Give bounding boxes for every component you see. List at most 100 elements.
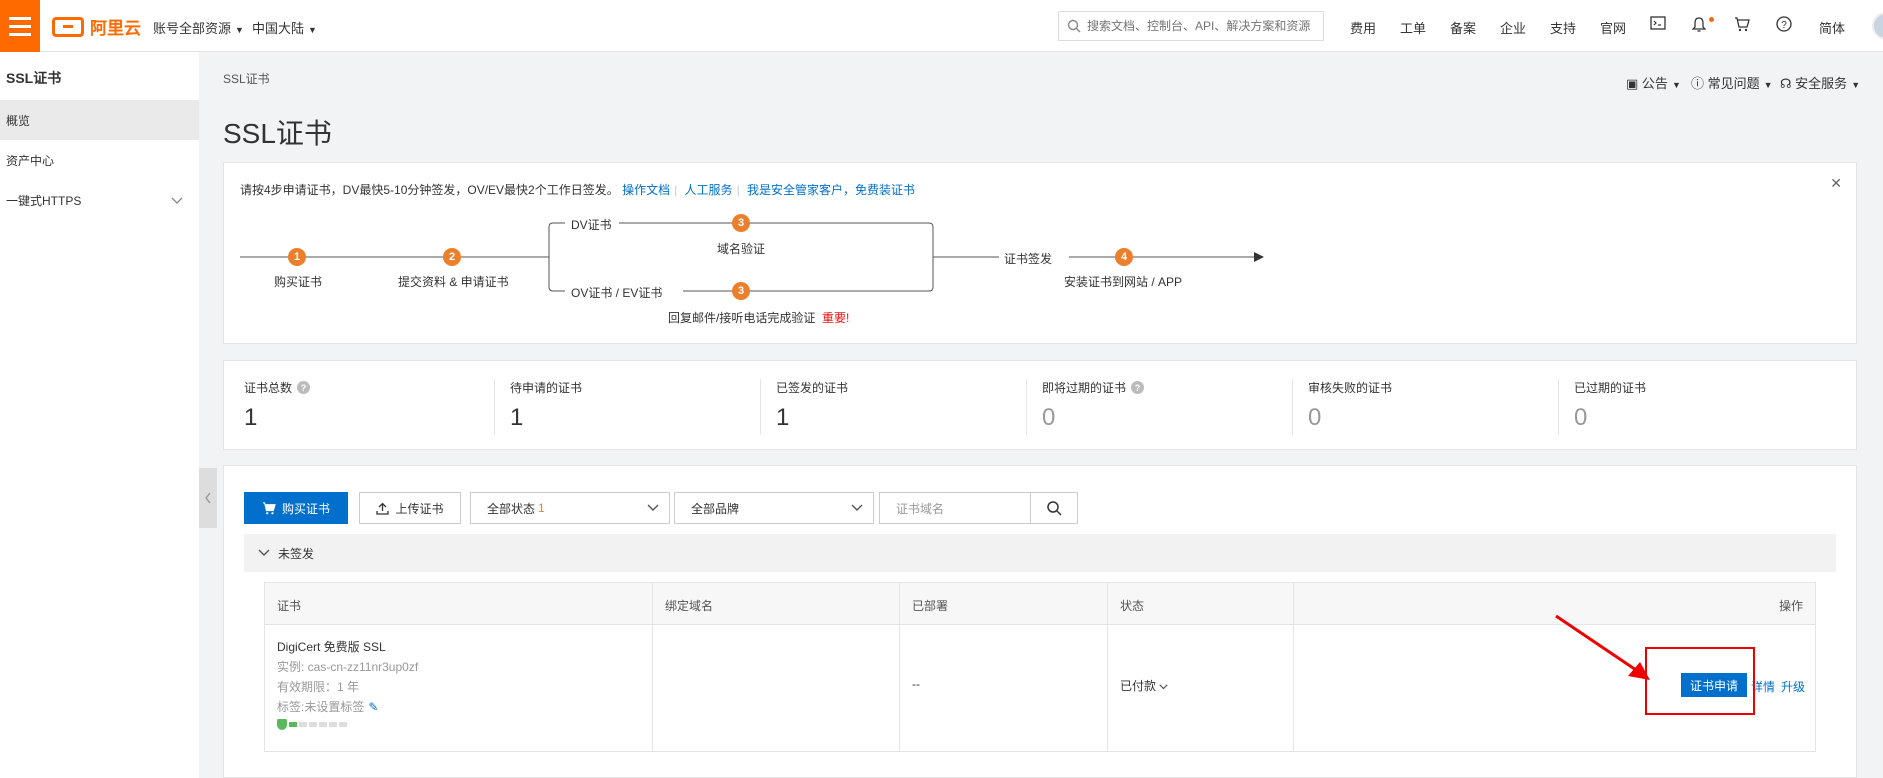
question-circle-icon: ⓘ: [1691, 76, 1705, 91]
upgrade-link[interactable]: 升级: [1781, 678, 1805, 695]
notification-dot: [1709, 17, 1714, 22]
security-service-link[interactable]: ☊ 安全服务 ▼: [1780, 73, 1860, 92]
cert-instance: 实例: cas-cn-zz11nr3up0zf: [277, 660, 419, 674]
status-cell[interactable]: 已付款: [1120, 677, 1169, 694]
announcement-icon: ▣: [1626, 76, 1639, 91]
sidebar-title: SSL证书: [6, 70, 62, 86]
issue-label: 证书签发: [1004, 252, 1053, 266]
chevron-down-icon: [258, 549, 270, 556]
account-scope-label: 账号全部资源: [153, 21, 232, 36]
stat-value: 1: [244, 404, 258, 431]
edit-icon[interactable]: ✎: [368, 700, 378, 714]
sidebar-collapse-toggle[interactable]: [199, 468, 217, 528]
chevron-down-icon: [171, 192, 183, 208]
sidebar-item-label: 一键式HTTPS: [6, 193, 82, 208]
cart-icon[interactable]: [1734, 16, 1750, 37]
faq-label: 常见问题: [1707, 76, 1760, 91]
caret-down-icon: ▼: [308, 25, 317, 35]
stat-label: 审核失败的证书: [1308, 381, 1393, 395]
menu-icon[interactable]: [0, 0, 40, 52]
sidebar-item-label: 资产中心: [6, 153, 55, 168]
stat-pending[interactable]: 待申请的证书 1: [510, 379, 582, 432]
ovev-step-text: 回复邮件/接听电话完成验证: [668, 311, 816, 325]
upload-certificate-button[interactable]: 上传证书: [359, 492, 461, 524]
deployed-cell: --: [912, 677, 920, 691]
nav-billing[interactable]: 费用: [1350, 18, 1376, 37]
ovev-label: OV证书 / EV证书: [571, 286, 663, 300]
svg-text:?: ?: [1781, 20, 1787, 31]
global-search-input[interactable]: [1087, 19, 1317, 33]
sidebar: SSL证书 概览 资产中心 一键式HTTPS: [0, 52, 199, 778]
account-scope-dropdown[interactable]: 账号全部资源 ▼: [153, 18, 244, 37]
stats-panel: 证书总数? 1 待申请的证书 1 已签发的证书 1 即将过期的证书? 0 审核失…: [223, 360, 1857, 450]
buy-certificate-button[interactable]: 购买证书: [244, 492, 348, 524]
th-bound-domain: 绑定域名: [665, 599, 714, 613]
faq-link[interactable]: ⓘ 常见问题 ▼: [1691, 73, 1773, 92]
bell-icon[interactable]: [1691, 16, 1707, 37]
breadcrumb[interactable]: SSL证书: [223, 70, 270, 87]
headset-icon: ☊: [1780, 76, 1792, 91]
step-1-label: 购买证书: [274, 275, 323, 289]
avatar[interactable]: [1872, 12, 1883, 40]
stat-label: 即将过期的证书: [1042, 381, 1127, 395]
caret-down-icon: ▼: [1851, 80, 1861, 90]
th-status: 状态: [1120, 599, 1145, 613]
help-icon[interactable]: ?: [297, 381, 311, 394]
aliyun-logo-icon: [52, 16, 84, 37]
language-switch[interactable]: 简体: [1819, 18, 1845, 37]
th-actions: 操作: [1778, 599, 1803, 613]
caret-down-icon: ▼: [235, 25, 244, 35]
nav-enterprise[interactable]: 企业: [1500, 18, 1526, 37]
annotation-highlight-box: [1645, 647, 1755, 715]
caret-down-icon: ▼: [1763, 80, 1773, 90]
stat-label: 已签发的证书: [776, 381, 849, 395]
help-icon[interactable]: ?: [1131, 381, 1145, 394]
status-filter-label: 全部状态: [487, 501, 536, 516]
ovev-step-label: 回复邮件/接听电话完成验证 重要!: [668, 309, 849, 326]
sidebar-item-label: 概览: [6, 113, 31, 128]
step-3-dv-badge: 3: [732, 214, 750, 232]
security-level-indicator: [277, 719, 418, 730]
stat-label: 待申请的证书: [510, 381, 583, 395]
status-filter-count: 1: [538, 501, 545, 515]
terminal-icon[interactable]: [1650, 16, 1666, 35]
logo[interactable]: 阿里云: [52, 14, 141, 39]
sidebar-item-one-click-https[interactable]: 一键式HTTPS: [0, 180, 199, 220]
stat-value: 0: [1308, 404, 1322, 431]
step-2-badge: 2: [443, 248, 461, 266]
step-4-label: 安装证书到网站 / APP: [1064, 275, 1183, 289]
cert-cell: DigiCert 免费版 SSL 实例: cas-cn-zz11nr3up0zf…: [277, 637, 418, 730]
nav-support[interactable]: 支持: [1550, 18, 1576, 37]
status-filter-select[interactable]: 全部状态 1: [470, 492, 670, 524]
top-bar: 阿里云 账号全部资源▼ 中国大陆▼ 费用 工单 备案 企业 支持 官网 ? 简体: [0, 0, 1883, 52]
dv-label: DV证书: [571, 218, 612, 232]
sidebar-item-overview[interactable]: 概览: [0, 100, 199, 140]
chevron-left-icon: [205, 492, 211, 504]
security-service-label: 安全服务: [1795, 76, 1848, 91]
stat-value: 0: [1574, 404, 1588, 431]
stat-expired[interactable]: 已过期的证书 0: [1574, 379, 1646, 432]
annotation-arrow-icon: [1555, 614, 1650, 680]
help-icon[interactable]: ?: [1776, 16, 1792, 37]
nav-official-site[interactable]: 官网: [1600, 18, 1626, 37]
domain-search-button[interactable]: [1030, 492, 1078, 524]
stat-audit-failed[interactable]: 审核失败的证书 0: [1308, 379, 1392, 432]
search-icon: [1067, 19, 1081, 33]
global-search[interactable]: [1058, 11, 1324, 41]
cart-icon: [262, 501, 276, 514]
stat-issued[interactable]: 已签发的证书 1: [776, 379, 848, 432]
nav-tickets[interactable]: 工单: [1400, 18, 1426, 37]
stat-expiring[interactable]: 即将过期的证书? 0: [1042, 379, 1145, 432]
logo-text: 阿里云: [90, 19, 141, 38]
brand-filter-label: 全部品牌: [691, 501, 740, 516]
cert-validity: 有效期限：1 年: [277, 680, 360, 694]
cert-tags-text: 标签:未设置标签: [277, 700, 365, 714]
unissued-group-header[interactable]: 未签发: [244, 534, 1836, 572]
announcement-link[interactable]: ▣ 公告 ▼: [1626, 73, 1681, 92]
brand-filter-select[interactable]: 全部品牌: [674, 492, 874, 524]
sidebar-item-assets[interactable]: 资产中心: [0, 140, 199, 180]
upload-icon: [376, 502, 390, 515]
region-dropdown[interactable]: 中国大陆 ▼: [252, 18, 317, 37]
domain-search-input[interactable]: 证书域名: [879, 492, 1031, 524]
nav-icp[interactable]: 备案: [1450, 18, 1476, 37]
